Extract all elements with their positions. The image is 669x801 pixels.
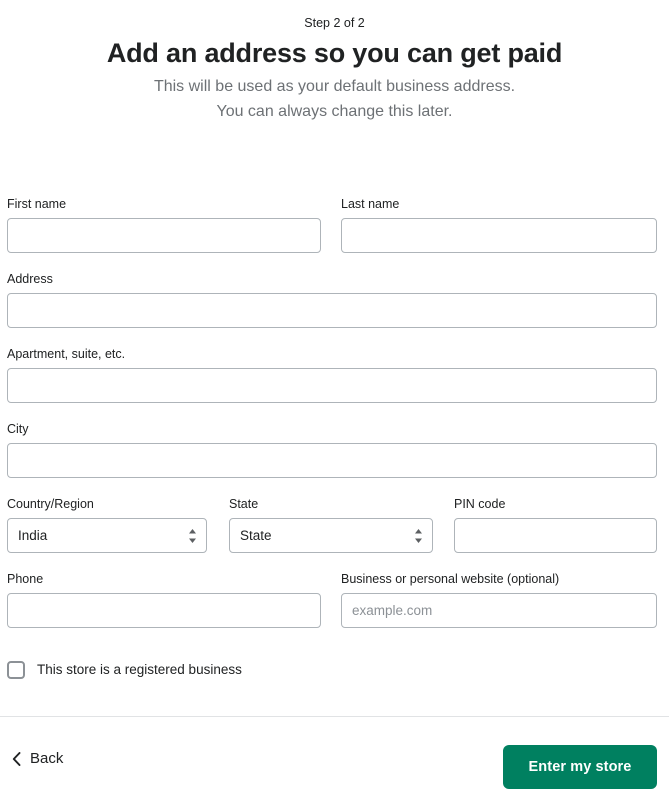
apartment-row: Apartment, suite, etc.: [7, 346, 657, 403]
phone-label: Phone: [7, 572, 44, 586]
apartment-label: Apartment, suite, etc.: [7, 347, 126, 361]
state-select[interactable]: State: [229, 518, 433, 553]
page-title: Add an address so you can get paid: [106, 38, 563, 68]
step-indicator: Step 2 of 2: [304, 16, 365, 30]
last-name-input[interactable]: [341, 218, 657, 253]
address-row: Address: [7, 271, 657, 328]
pin-code-input[interactable]: [454, 518, 657, 553]
state-field: State State: [229, 496, 433, 553]
onboarding-address-page: Step 2 of 2 Add an address so you can ge…: [0, 0, 669, 801]
registered-business-row: This store is a registered business: [7, 661, 242, 679]
region-row: Country/Region India State State PIN cod…: [7, 496, 657, 553]
back-button-label: Back: [30, 750, 64, 767]
country-select-value: India: [18, 528, 48, 543]
apartment-field: Apartment, suite, etc.: [7, 346, 657, 403]
website-field: Business or personal website (optional): [341, 571, 657, 628]
enter-my-store-button[interactable]: Enter my store: [503, 745, 657, 789]
page-subtitle-line-1: This will be used as your default busine…: [153, 78, 516, 95]
website-input[interactable]: [341, 593, 657, 628]
first-name-label: First name: [7, 197, 67, 211]
city-input[interactable]: [7, 443, 657, 478]
country-label: Country/Region: [7, 497, 94, 511]
last-name-field: Last name: [341, 196, 657, 253]
address-input[interactable]: [7, 293, 657, 328]
address-label: Address: [7, 272, 53, 286]
back-button[interactable]: Back: [10, 745, 69, 773]
registered-business-label[interactable]: This store is a registered business: [37, 661, 242, 679]
pin-code-label: PIN code: [454, 497, 506, 511]
city-field: City: [7, 421, 657, 478]
phone-field: Phone: [7, 571, 321, 628]
page-header: Step 2 of 2 Add an address so you can ge…: [0, 0, 669, 124]
page-subtitle-line-2: You can always change this later.: [216, 103, 453, 120]
pin-code-field: PIN code: [454, 496, 657, 553]
state-label: State: [229, 497, 259, 511]
city-row: City: [7, 421, 657, 478]
last-name-label: Last name: [341, 197, 400, 211]
apartment-input[interactable]: [7, 368, 657, 403]
name-row: First name Last name: [7, 196, 657, 253]
contact-row: Phone Business or personal website (opti…: [7, 571, 657, 628]
registered-business-checkbox[interactable]: [7, 661, 25, 679]
state-select-value: State: [240, 528, 272, 543]
city-label: City: [7, 422, 29, 436]
website-label: Business or personal website (optional): [341, 572, 560, 586]
chevron-left-icon: [12, 752, 21, 766]
state-select-wrapper: State: [229, 518, 433, 553]
country-select-wrapper: India: [7, 518, 207, 553]
first-name-field: First name: [7, 196, 321, 253]
country-select[interactable]: India: [7, 518, 207, 553]
first-name-input[interactable]: [7, 218, 321, 253]
country-field: Country/Region India: [7, 496, 207, 553]
phone-input[interactable]: [7, 593, 321, 628]
address-field: Address: [7, 271, 657, 328]
address-form: First name Last name Address Apartment, …: [7, 196, 657, 628]
